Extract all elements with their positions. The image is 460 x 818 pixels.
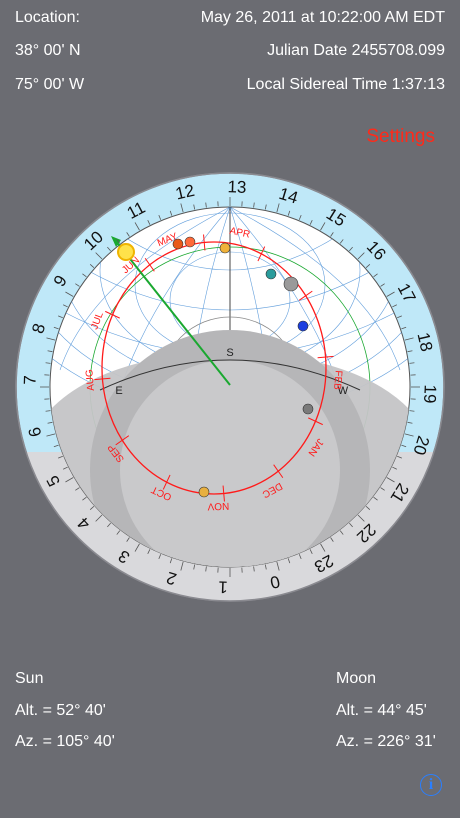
location-label: Location: <box>15 9 80 26</box>
moon-azimuth: Az. = 226° 31' <box>336 733 436 750</box>
sun-title: Sun <box>15 670 44 687</box>
hour-label-7: 7 <box>20 375 39 385</box>
latitude[interactable]: 38° 00' N <box>15 42 81 60</box>
planet-jupiter[interactable] <box>219 242 231 254</box>
planet-mercury[interactable] <box>302 403 314 415</box>
east-label: E <box>115 385 122 397</box>
sun-altitude: Alt. = 52° 40' <box>15 702 106 719</box>
info-button[interactable]: i <box>420 774 442 796</box>
month-label-feb: FEB <box>331 370 344 391</box>
planet-venus[interactable] <box>184 236 196 248</box>
longitude[interactable]: 75° 00' W <box>15 76 84 94</box>
south-label: S <box>226 347 233 359</box>
sun-azimuth: Az. = 105° 40' <box>15 733 115 750</box>
planet-mars[interactable] <box>172 238 184 250</box>
planet-uranus[interactable] <box>265 268 277 280</box>
astrolabe-dial[interactable]: S E W MAY APRFEBJANDECNOVOCTSEPAUGJULJUN … <box>0 158 460 628</box>
moon-title: Moon <box>336 670 377 687</box>
moon-altitude: Alt. = 44° 45' <box>336 702 427 719</box>
sun-marker[interactable] <box>117 243 135 261</box>
datetime[interactable]: May 26, 2011 at 10:22:00 AM EDT <box>201 9 445 27</box>
moon-marker[interactable] <box>283 276 299 292</box>
sidereal-time: Local Sidereal Time 1:37:13 <box>246 76 445 93</box>
month-label-nov: NOV <box>207 500 229 512</box>
hour-label-19: 19 <box>420 384 440 404</box>
month-label-aug: AUG <box>84 369 97 392</box>
julian-date: Julian Date 2455708.099 <box>267 42 445 59</box>
hour-label-1: 1 <box>218 577 228 596</box>
planet-saturn[interactable] <box>198 486 210 498</box>
settings-button[interactable]: Settings <box>366 126 435 148</box>
hour-label-13: 13 <box>227 177 247 197</box>
planet-neptune[interactable] <box>297 320 309 332</box>
